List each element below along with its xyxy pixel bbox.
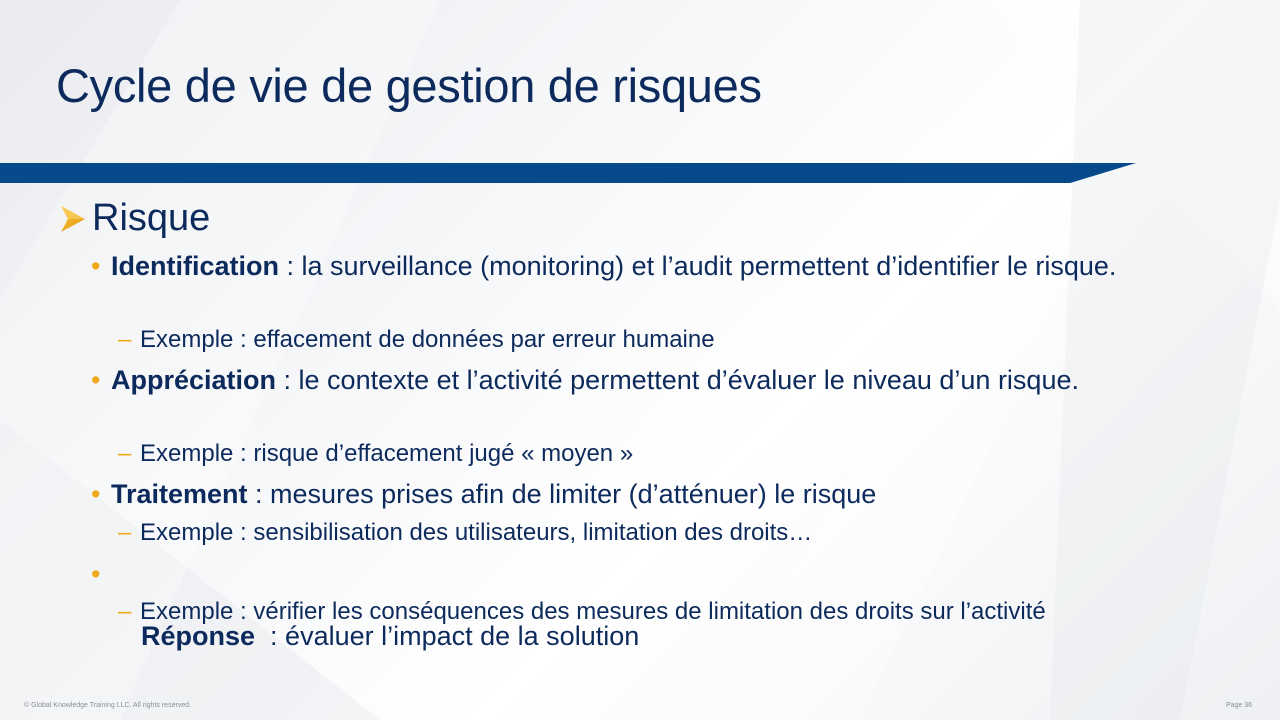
dash-icon: – bbox=[118, 440, 132, 467]
bullet-dot-icon: • bbox=[91, 559, 101, 589]
example-text: Exemple : effacement de données par erre… bbox=[140, 326, 715, 353]
bullet-traitement: • Traitement : mesures prises afin de li… bbox=[91, 479, 1221, 510]
example-identification: – Exemple : effacement de données par er… bbox=[118, 325, 1220, 354]
text-appreciation: : le contexte et l’activité permettent d… bbox=[276, 365, 1079, 395]
text-traitement: : mesures prises afin de limiter (d’atté… bbox=[247, 479, 877, 509]
term-appreciation: Appréciation bbox=[111, 365, 277, 395]
dash-icon: – bbox=[118, 598, 132, 625]
example-text: Exemple : vérifier les conséquences des … bbox=[140, 598, 1046, 625]
example-text: Exemple : sensibilisation des utilisateu… bbox=[140, 519, 813, 546]
example-text: Exemple : risque d’effacement jugé « moy… bbox=[140, 440, 634, 467]
bullet-appreciation: • Appréciation : le contexte et l’activi… bbox=[91, 365, 1221, 396]
slide-content: Risque • Identification : la surveillanc… bbox=[0, 0, 1280, 720]
text-identification: : la surveillance (monitoring) et l’audi… bbox=[279, 251, 1117, 281]
heading-label: Risque bbox=[92, 197, 211, 239]
bullet-identification: • Identification : la surveillance (moni… bbox=[91, 251, 1221, 282]
dash-icon: – bbox=[118, 519, 132, 546]
term-traitement: Traitement bbox=[111, 479, 248, 509]
example-traitement: – Exemple : sensibilisation des utilisat… bbox=[118, 518, 1220, 547]
heading-risque: Risque bbox=[58, 197, 210, 240]
bullet-dot-icon: • bbox=[91, 365, 101, 395]
example-appreciation: – Exemple : risque d’effacement jugé « m… bbox=[118, 439, 1220, 468]
dash-icon: – bbox=[118, 326, 132, 353]
example-reponse: – Exemple : vérifier les conséquences de… bbox=[118, 597, 1150, 626]
term-identification: Identification bbox=[111, 251, 279, 281]
bullet-dot-icon: • bbox=[91, 479, 101, 509]
bullet-dot-icon: • bbox=[91, 251, 101, 281]
arrow-bullet-icon bbox=[61, 205, 85, 232]
